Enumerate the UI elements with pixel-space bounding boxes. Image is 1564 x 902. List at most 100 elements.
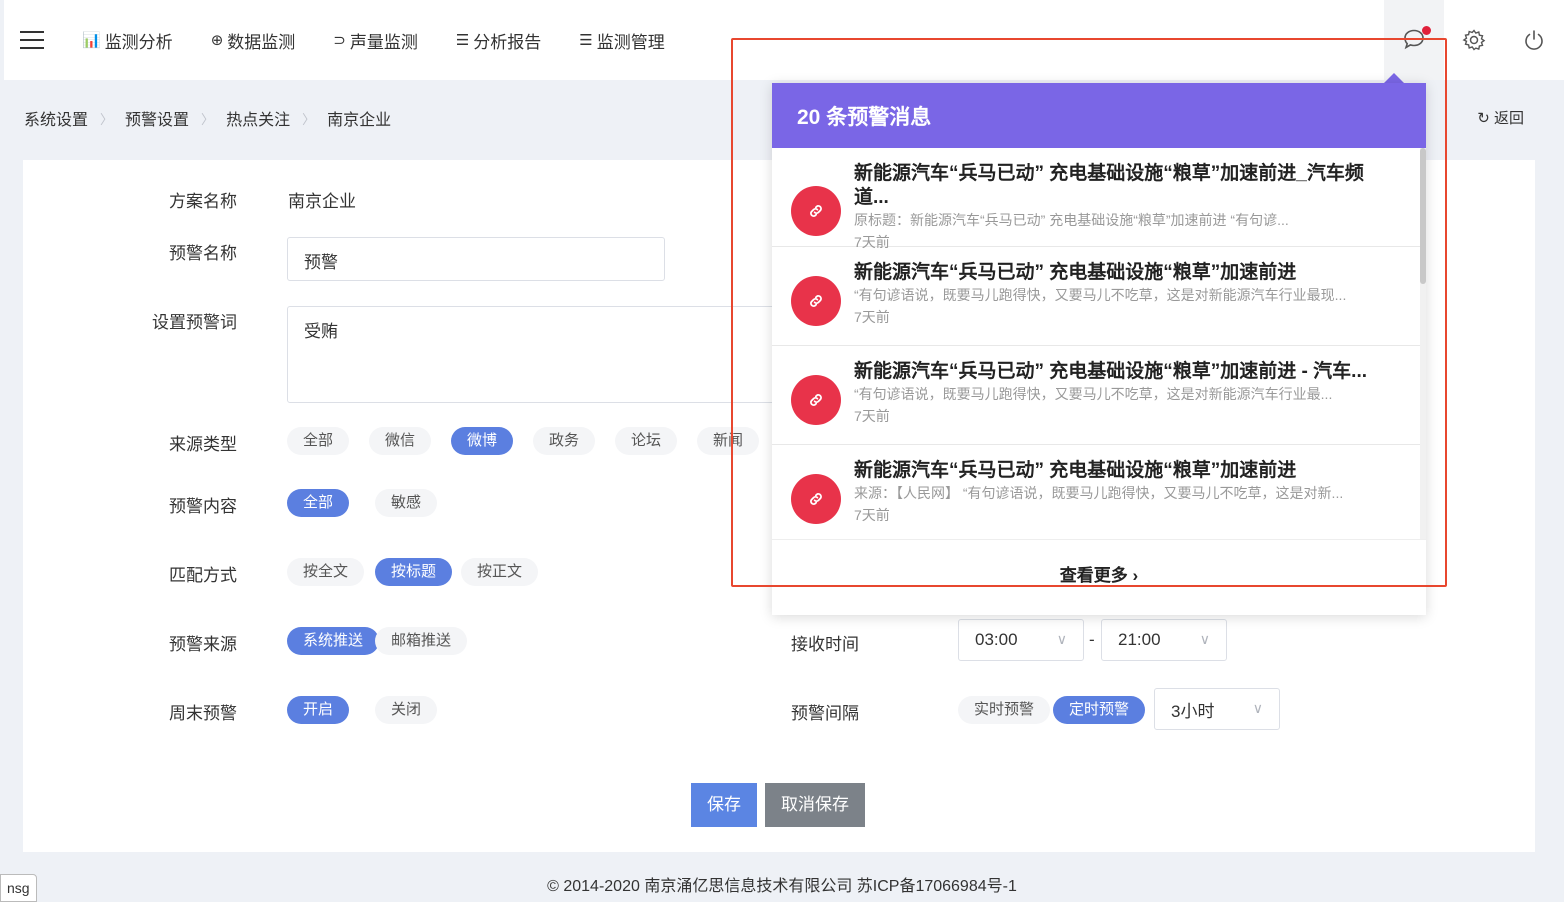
link-icon — [791, 474, 841, 524]
message-time: 7天前 — [854, 309, 890, 325]
option-tag[interactable]: 微信 — [369, 427, 432, 455]
message-list[interactable]: 新能源汽车“兵马已动” 充电基础设施“粮草”加速前进_汽车频道... 原标题：新… — [772, 148, 1426, 539]
option-tag[interactable]: 全部 — [287, 489, 350, 517]
breadcrumb-item[interactable]: 预警设置 — [125, 106, 189, 130]
option-tag[interactable]: 邮箱推送 — [375, 627, 468, 655]
nav-item-4[interactable]: ☰ 监测管理 — [579, 28, 664, 53]
power-icon — [1525, 30, 1543, 50]
alert-message-item[interactable]: 新能源汽车“兵马已动” 充电基础设施“粮草”加速前进 - 汽车... “有句谚语… — [772, 346, 1426, 445]
plan-name-value: 南京企业 — [288, 192, 356, 211]
message-time: 7天前 — [854, 507, 890, 523]
top-navbar: 📊 监测分析 ⊕ 数据监测 ⊃ 声量监测 ☰ 分析报告 ☰ 监测管理 — [4, 0, 1564, 80]
logout-button[interactable] — [1504, 0, 1564, 80]
view-more-link[interactable]: 查看更多 › — [772, 539, 1426, 615]
breadcrumb: 系统设置〉预警设置〉热点关注〉南京企业 — [24, 106, 391, 130]
chevron-down-icon: ∨ — [1199, 632, 1210, 648]
interval-value: 3小时 — [1171, 701, 1215, 721]
status-tooltip: nsg — [0, 874, 37, 902]
receive-end-value: 21:00 — [1118, 630, 1161, 649]
interval-select[interactable]: 3小时 ∨ — [1154, 688, 1280, 730]
link-icon — [791, 375, 841, 425]
option-tag[interactable]: 关闭 — [375, 696, 438, 724]
nav-item-1[interactable]: ⊕ 数据监测 — [211, 28, 296, 53]
option-tag[interactable]: 按正文 — [461, 558, 539, 586]
message-summary: 原标题：新能源汽车“兵马已动” 充电基础设施“粮草”加速前进 “有句谚... — [854, 212, 1289, 228]
chevron-right-icon: 〉 — [201, 112, 215, 128]
receive-start-value: 03:00 — [975, 630, 1018, 649]
chevron-right-icon: 〉 — [302, 112, 316, 128]
nav-item-label: 分析报告 — [473, 32, 542, 52]
bar-chart-icon: 📊 — [82, 31, 101, 49]
receive-time-label: 接收时间 — [791, 635, 859, 654]
message-summary: “有句谚语说，既要马儿跑得快，又要马儿不吃草，这是对新能源汽车行业最... — [854, 386, 1333, 402]
nav-item-label: 数据监测 — [227, 32, 296, 52]
nav-item-2[interactable]: ⊃ 声量监测 — [333, 28, 418, 53]
popup-header: 20 条预警消息 — [772, 83, 1426, 148]
menu-toggle-icon[interactable] — [20, 31, 44, 49]
cancel-save-button[interactable]: 取消保存 — [765, 783, 865, 827]
option-tag[interactable]: 政务 — [533, 427, 596, 455]
option-tag[interactable]: 按全文 — [287, 558, 365, 586]
breadcrumb-item: 南京企业 — [327, 112, 392, 129]
option-tag[interactable]: 开启 — [287, 696, 350, 724]
link-icon — [791, 186, 841, 236]
receive-start-select[interactable]: 03:00 ∨ — [958, 619, 1084, 661]
chevron-down-icon: ∨ — [1252, 701, 1263, 717]
nav-item-label: 监测分析 — [104, 32, 173, 52]
nav-item-label: 声量监测 — [349, 32, 418, 52]
message-list-scrollbar[interactable] — [1420, 148, 1426, 539]
plan-name-label: 方案名称 — [169, 192, 237, 211]
option-tag[interactable]: 实时预警 — [958, 696, 1051, 724]
option-tag[interactable]: 按标题 — [375, 558, 453, 586]
alert-message-item[interactable]: 新能源汽车“兵马已动” 充电基础设施“粮草”加速前进 “有句谚语说，既要马儿跑得快… — [772, 247, 1426, 346]
alert-message-item[interactable]: 新能源汽车“兵马已动” 充电基础设施“粮草”加速前进_汽车频道... 原标题：新… — [772, 148, 1426, 250]
refresh-back-icon: ↻ — [1477, 110, 1490, 127]
message-button[interactable] — [1384, 0, 1444, 80]
alert-words-label: 设置预警词 — [152, 313, 237, 332]
chevron-right-icon: 〉 — [100, 112, 114, 128]
option-tag[interactable]: 敏感 — [375, 489, 438, 517]
settings-button[interactable] — [1444, 0, 1504, 80]
option-tag[interactable]: 系统推送 — [287, 627, 380, 655]
alert-words-textarea[interactable]: 受贿 — [287, 306, 787, 403]
nav-item-3[interactable]: ☰ 分析报告 — [456, 28, 541, 53]
weekend-alert-label: 周末预警 — [169, 704, 237, 723]
option-tag[interactable]: 新闻 — [697, 427, 760, 455]
rss-icon: ⊃ — [333, 31, 346, 49]
option-tag[interactable]: 全部 — [287, 427, 350, 455]
breadcrumb-item[interactable]: 系统设置 — [24, 106, 88, 130]
receive-end-select[interactable]: 21:00 ∨ — [1101, 619, 1227, 661]
breadcrumb-item[interactable]: 热点关注 — [226, 106, 290, 130]
alert-name-input[interactable]: 预警 — [287, 237, 665, 281]
save-button[interactable]: 保存 — [691, 783, 757, 827]
alert-messages-popup: 20 条预警消息 新能源汽车“兵马已动” 充电基础设施“粮草”加速前进_汽车频道… — [772, 83, 1426, 615]
link-icon — [791, 276, 841, 326]
checklist-icon: ☰ — [455, 31, 470, 49]
list-icon: ☰ — [579, 31, 593, 49]
main-nav: 📊 监测分析 ⊕ 数据监测 ⊃ 声量监测 ☰ 分析报告 ☰ 监测管理 — [82, 28, 703, 53]
option-tag[interactable]: 定时预警 — [1053, 696, 1146, 724]
message-title[interactable]: 新能源汽车“兵马已动” 充电基础设施“粮草”加速前进 — [854, 459, 1398, 483]
match-mode-label: 匹配方式 — [169, 566, 237, 585]
alert-content-label: 预警内容 — [169, 497, 237, 516]
nav-item-0[interactable]: 📊 监测分析 — [82, 28, 173, 53]
alert-name-label: 预警名称 — [169, 244, 237, 263]
message-summary: “有句谚语说，既要马儿跑得快，又要马儿不吃草，这是对新能源汽车行业最现... — [854, 287, 1347, 303]
nav-item-label: 监测管理 — [596, 32, 665, 52]
message-title[interactable]: 新能源汽车“兵马已动” 充电基础设施“粮草”加速前进_汽车频道... — [854, 162, 1398, 210]
message-title[interactable]: 新能源汽车“兵马已动” 充电基础设施“粮草”加速前进 - 汽车... — [854, 360, 1398, 384]
top-right-actions — [1384, 0, 1564, 80]
scrollbar-thumb[interactable] — [1420, 148, 1426, 284]
option-tag[interactable]: 论坛 — [615, 427, 678, 455]
message-summary: 来源：【人民网】 “有句谚语说，既要马儿跑得快，又要马儿不吃草，这是对新... — [854, 485, 1344, 501]
alert-source-label: 预警来源 — [169, 635, 237, 654]
crosshair-icon: ⊕ — [210, 31, 224, 49]
alert-interval-label: 预警间隔 — [791, 704, 859, 723]
message-time: 7天前 — [854, 408, 890, 424]
back-link[interactable]: ↻ 返回 — [1477, 107, 1524, 128]
source-type-label: 来源类型 — [169, 435, 237, 454]
option-tag[interactable]: 微博 — [451, 427, 514, 455]
alert-message-item[interactable]: 新能源汽车“兵马已动” 充电基础设施“粮草”加速前进来源：【人民网】 “有句谚语… — [772, 445, 1426, 539]
unread-dot — [1422, 26, 1431, 35]
message-title[interactable]: 新能源汽车“兵马已动” 充电基础设施“粮草”加速前进 — [854, 261, 1398, 285]
